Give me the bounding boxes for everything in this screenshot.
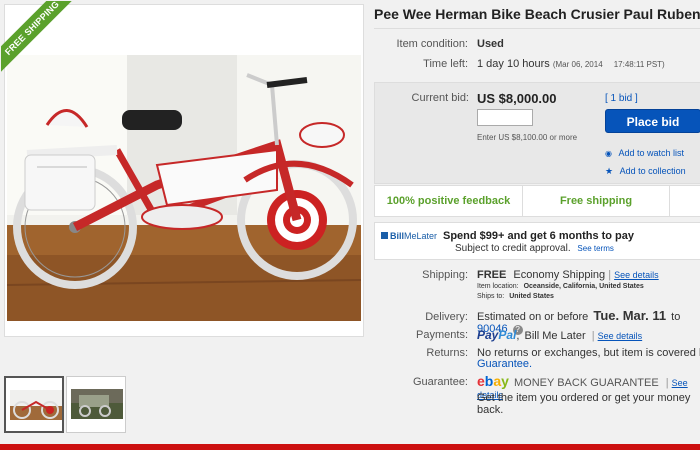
paypal-logo: PayPal — [477, 328, 516, 342]
title-divider — [374, 28, 700, 29]
star-icon: ★ — [605, 166, 614, 176]
bml-subject: Subject to credit approval. See terms — [455, 243, 614, 254]
free-shipping-ribbon: FREE SHIPPING — [1, 1, 91, 91]
shipping-separator: | — [608, 269, 612, 281]
payments-label: Payments: — [416, 329, 468, 341]
delivery-date: Tue. Mar. 11 — [593, 308, 667, 323]
bml-offer: Spend $99+ and get 6 months to pay — [443, 230, 635, 242]
thumbnail-1[interactable] — [4, 376, 64, 433]
paypal-logo-pal: Pal — [498, 328, 517, 342]
eye-icon: ◉ — [605, 149, 612, 158]
main-product-image[interactable] — [7, 55, 361, 321]
ebay-logo-a: a — [493, 373, 502, 389]
bml-logo-me: MeLater — [404, 231, 438, 241]
item-location-value: Oceanside, California, United States — [523, 283, 644, 290]
shipping-method: Economy Shipping — [513, 269, 606, 281]
image-gallery: FREE SHIPPING — [1, 1, 364, 337]
item-location-label: Item location: — [477, 283, 519, 290]
time-left-value: 1 day 10 hours (Mar 06, 2014 17:48:11 PS… — [477, 58, 665, 70]
add-to-watch-list-link[interactable]: ◉ Add to watch list — [605, 148, 684, 158]
ebay-logo-e: e — [477, 373, 485, 389]
condition-label: Item condition: — [396, 38, 468, 50]
payments-bill-me-later: Bill Me Later — [524, 330, 586, 342]
payments-comma: , — [516, 330, 520, 342]
thumbnail-2-image — [71, 389, 123, 419]
positive-feedback-badge: 100% positive feedback — [386, 195, 511, 207]
bid-count-link[interactable]: [ 1 bid ] — [605, 93, 638, 104]
listing-title: Pee Wee Herman Bike Beach Crusier Paul R… — [374, 6, 700, 22]
bml-logo-bill: Bill — [390, 231, 405, 241]
delivery-label: Delivery: — [425, 311, 468, 323]
free-shipping-badge: Free shipping — [559, 195, 633, 207]
payments-see-details-link[interactable]: See details — [598, 331, 643, 341]
guarantee-title: MONEY BACK GUARANTEE — [514, 377, 659, 389]
ships-to: Ships to: United States — [477, 293, 554, 300]
shipping-label: Shipping: — [422, 269, 468, 281]
ships-to-label: Ships to: — [477, 293, 505, 300]
guarantee-label: Guarantee: — [412, 376, 468, 388]
badge-divider — [669, 186, 670, 216]
time-left-duration: 1 day 10 hours — [477, 58, 550, 70]
bike-illustration — [7, 55, 361, 321]
shipping-see-details-link[interactable]: See details — [614, 270, 659, 280]
time-left-label: Time left: — [423, 58, 468, 70]
paypal-logo-pay: Pay — [477, 328, 499, 342]
ships-to-value: United States — [509, 293, 554, 300]
payments-value: PayPal, Bill Me Later | See details — [477, 328, 642, 342]
ebay-logo-y: y — [501, 373, 509, 389]
collection-label: Add to collection — [619, 166, 686, 176]
time-left-time: 17:48:11 PST) — [613, 60, 665, 69]
bill-me-later-logo: BillMeLater — [381, 231, 437, 241]
current-bid-price: US $8,000.00 — [477, 91, 557, 106]
current-bid-label: Current bid: — [411, 92, 469, 104]
seller-badges: 100% positive feedback Free shipping — [374, 185, 700, 217]
returns-guarantee-link[interactable]: Guarantee. — [477, 358, 532, 370]
bid-hint: Enter US $8,100.00 or more — [477, 133, 578, 142]
bml-subject-text: Subject to credit approval. — [455, 243, 571, 254]
condition-value: Used — [477, 38, 504, 50]
checkbox-icon — [381, 232, 388, 239]
payments-separator: | — [591, 330, 595, 342]
thumbnail-2[interactable] — [66, 376, 126, 433]
add-to-collection-link[interactable]: ★ Add to collection — [605, 166, 686, 177]
place-bid-button[interactable]: Place bid — [605, 109, 700, 133]
bill-me-later-promo: BillMeLater Spend $99+ and get 6 months … — [374, 222, 700, 260]
delivery-to: to — [671, 311, 681, 323]
time-left-date: (Mar 06, 2014 — [552, 60, 603, 69]
shipping-free: FREE — [477, 269, 507, 281]
guarantee-separator: | — [665, 377, 669, 389]
returns-label: Returns: — [426, 347, 468, 359]
shipping-value: FREE Economy Shipping | See details — [477, 269, 659, 281]
thumbnail-1-image — [10, 390, 62, 420]
delivery-prefix: Estimated on or before — [477, 311, 589, 323]
item-location: Item location: Oceanside, California, Un… — [477, 283, 644, 290]
watch-list-label: Add to watch list — [618, 148, 685, 158]
ebay-logo: ebay — [477, 373, 509, 389]
footer-bar — [0, 444, 700, 450]
see-terms-link[interactable]: See terms — [577, 244, 613, 253]
guarantee-text: Get the item you ordered or get your mon… — [477, 392, 691, 416]
ribbon-label: FREE SHIPPING — [1, 1, 85, 81]
bid-amount-input[interactable] — [477, 109, 533, 126]
bid-panel: Current bid: US $8,000.00 [ 1 bid ] Ente… — [374, 82, 700, 184]
